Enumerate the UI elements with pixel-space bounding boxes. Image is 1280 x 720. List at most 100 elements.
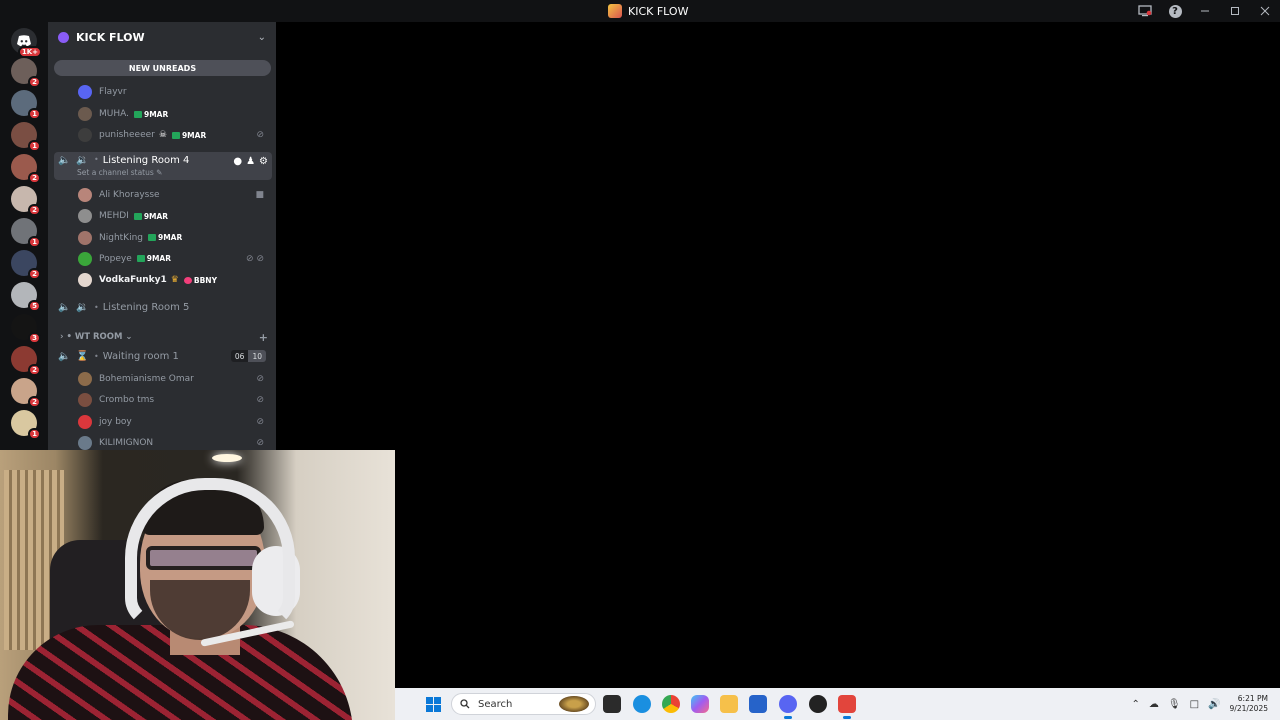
cloud-icon[interactable]: ☁ xyxy=(1149,699,1159,710)
voice-member[interactable]: KILIMIGNON ⊘ xyxy=(48,433,276,450)
chevron-down-icon: ⌄ xyxy=(122,332,133,342)
server-icon[interactable]: 5 xyxy=(11,282,41,312)
clock-time: 6:21 PM xyxy=(1237,694,1268,703)
microphone-icon[interactable]: 🎙 xyxy=(1168,699,1181,710)
chevron-down-icon[interactable]: ⌄ xyxy=(258,32,266,43)
avatar xyxy=(78,188,92,202)
clan-tag-icon xyxy=(148,234,156,242)
edge-icon[interactable] xyxy=(633,695,651,713)
chrome-icon[interactable] xyxy=(662,695,680,713)
microsoft-store-icon[interactable] xyxy=(749,695,767,713)
chevron-up-icon[interactable]: ⌃ xyxy=(1132,699,1140,710)
server-icon[interactable]: 1 xyxy=(11,410,41,440)
voice-member[interactable]: Flayvr xyxy=(48,82,276,102)
avatar xyxy=(78,273,92,288)
clan-tag: 9MAR xyxy=(133,212,168,221)
member-name: Flayvr xyxy=(99,87,127,97)
server-mention-badge: 1 xyxy=(28,108,41,120)
guild-boost-icon xyxy=(58,31,69,43)
speaker-icon: 🔉 xyxy=(76,301,89,313)
headphones-muted-icon: ⊘ xyxy=(256,437,264,448)
voice-channel-waiting-room-1[interactable]: 🔈 ⌛ • Waiting room 1 06 10 xyxy=(54,345,272,367)
taskbar-search[interactable]: Search xyxy=(451,693,596,715)
avatar xyxy=(78,251,92,266)
network-icon[interactable]: □ xyxy=(1190,699,1199,710)
maximize-icon[interactable] xyxy=(1220,0,1250,22)
clock[interactable]: 6:21 PM 9/21/2025 xyxy=(1230,694,1268,714)
file-explorer-icon[interactable] xyxy=(720,695,738,713)
voice-member[interactable]: Ali Khoraysse ■ xyxy=(48,185,276,205)
crown-icon: ♛ xyxy=(170,275,179,286)
member-name: Ali Khoraysse xyxy=(99,190,160,200)
minimize-icon[interactable] xyxy=(1190,0,1220,22)
server-mention-badge: 2 xyxy=(28,172,41,184)
server-icon[interactable]: 2 xyxy=(11,378,41,408)
voice-member[interactable]: MUHA. 9MAR xyxy=(48,104,276,124)
server-icon[interactable]: 2 xyxy=(11,346,41,376)
add-member-icon[interactable]: ♟ xyxy=(246,156,255,167)
main-content-area xyxy=(276,22,1280,688)
speaker-icon: 🔈 xyxy=(58,301,71,313)
category-wt-room[interactable]: › • WT ROOM ⌄ + xyxy=(60,330,270,344)
member-name: MEHDI xyxy=(99,211,129,222)
member-name: MUHA. xyxy=(99,109,129,119)
copilot-icon[interactable] xyxy=(691,695,709,713)
voice-member[interactable]: NightKing 9MAR xyxy=(48,228,276,248)
help-icon[interactable]: ? xyxy=(1160,0,1190,22)
voice-channel-listening-room-5[interactable]: 🔈 🔉 • Listening Room 5 xyxy=(54,296,272,318)
voice-member[interactable]: Bohemianisme Omar ⊘ xyxy=(48,369,276,389)
member-name: Bohemianisme Omar xyxy=(99,374,194,384)
server-mention-badge: 1 xyxy=(28,140,41,152)
discord-taskbar-icon[interactable] xyxy=(779,695,797,719)
clan-tag: 9MAR xyxy=(136,254,171,263)
server-rail: 1K+ 2 1 1 2 2 1 2 5 3 2 2 1 xyxy=(0,22,48,450)
avatar xyxy=(78,372,92,386)
clock-date: 9/21/2025 xyxy=(1229,704,1268,713)
guild-header[interactable]: KICK FLOW ⌄ xyxy=(48,22,276,52)
close-icon[interactable] xyxy=(1250,0,1280,22)
voice-member[interactable]: punisheeeer ☠ 9MAR ⊘ xyxy=(48,125,276,145)
server-icon[interactable]: 2 xyxy=(11,58,41,88)
server-icon[interactable]: 1 xyxy=(11,90,41,120)
server-mention-badge: 5 xyxy=(28,300,41,312)
user-limit-counter: 06 10 xyxy=(230,350,266,362)
server-mention-badge: 2 xyxy=(28,396,41,408)
task-view-icon[interactable] xyxy=(603,695,621,713)
server-mention-badge: 2 xyxy=(28,204,41,216)
voice-member[interactable]: VodkaFunky1 ♛ BBNY xyxy=(48,270,276,290)
server-icon[interactable]: 2 xyxy=(11,186,41,216)
guild-name: KICK FLOW xyxy=(76,30,145,44)
voice-member[interactable]: MEHDI 9MAR xyxy=(48,206,276,226)
camera-icon: ■ xyxy=(255,190,264,200)
server-logo-icon xyxy=(608,4,622,18)
channel-status[interactable]: Set a channel status ✎ xyxy=(77,168,162,177)
screen-share-icon[interactable] xyxy=(1130,0,1160,22)
clan-tag-icon xyxy=(171,131,180,139)
server-icon[interactable]: 3 xyxy=(11,314,41,344)
windows-start-icon[interactable] xyxy=(426,697,441,712)
volume-icon[interactable]: 🔊 xyxy=(1208,699,1220,710)
chevron-right-icon: › • xyxy=(60,332,75,342)
server-icon[interactable]: 1 xyxy=(11,122,41,152)
clan-tag: 9MAR xyxy=(148,233,182,242)
server-icon[interactable]: 2 xyxy=(11,154,41,184)
chat-bubble-icon[interactable]: ● xyxy=(233,156,242,167)
obs-icon[interactable] xyxy=(809,695,827,713)
add-channel-icon[interactable]: + xyxy=(259,331,268,344)
member-name: NightKing xyxy=(99,232,143,243)
new-unreads-pill[interactable]: NEW UNREADS xyxy=(54,60,271,76)
dot-icon: • xyxy=(94,351,99,361)
server-icon[interactable]: 1 xyxy=(11,218,41,248)
avatar xyxy=(78,209,92,224)
server-icon[interactable]: 2 xyxy=(11,250,41,280)
voice-member[interactable]: Popeye 9MAR ⊘ ⊘ xyxy=(48,249,276,269)
home-button[interactable]: 1K+ xyxy=(11,28,42,58)
app-taskbar-icon[interactable] xyxy=(838,695,856,719)
window-title: KICK FLOW xyxy=(608,3,688,19)
voice-member[interactable]: joy boy ⊘ xyxy=(48,412,276,432)
voice-member[interactable]: Crombo tms ⊘ xyxy=(48,390,276,410)
headphones-muted-icon: ⊘ xyxy=(256,130,264,140)
gear-icon[interactable]: ⚙ xyxy=(259,156,268,167)
voice-channel-listening-room-4[interactable]: 🔈 🔉 • Listening Room 4 Set a channel sta… xyxy=(54,152,272,180)
member-name: VodkaFunky1 xyxy=(99,275,167,286)
